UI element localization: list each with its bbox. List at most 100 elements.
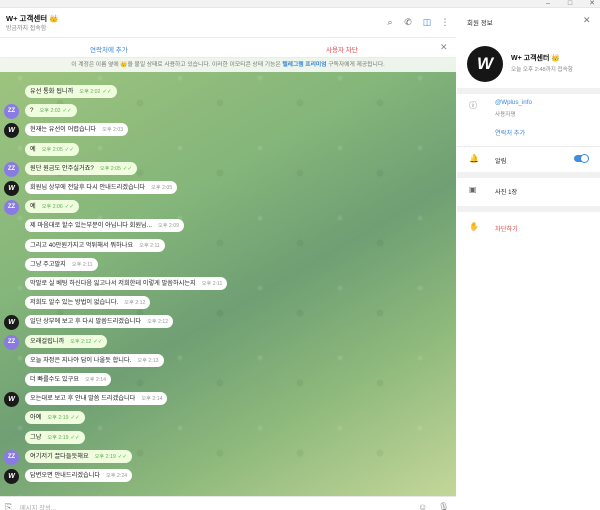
- profile-name: W+ 고객센터 👑: [511, 55, 561, 62]
- emoji-icon[interactable]: ☺: [418, 502, 427, 510]
- message-text: 여기저기 끌다들듯해요: [30, 452, 89, 460]
- message-input[interactable]: [20, 501, 410, 510]
- notifications-toggle[interactable]: [574, 154, 589, 163]
- message-row: ZZ ? 오후 2:02 ✓✓: [0, 103, 456, 120]
- read-receipt-icon: ✓✓: [122, 165, 133, 172]
- message-row: 그냥 오후 2:19 ✓✓: [0, 430, 456, 445]
- message-avatar[interactable]: W: [4, 315, 19, 331]
- message-time: 오후 2:11: [201, 281, 223, 287]
- message-avatar[interactable]: W: [4, 123, 19, 139]
- microphone-icon[interactable]: 🎙: [438, 502, 449, 510]
- message-time: 오후 2:12: [147, 319, 169, 326]
- message-row: W 현재는 유선이 어렵습니다 오후 2:03: [0, 122, 456, 139]
- message-bubble[interactable]: 회원님 상부에 전달후 다시 안내드리겠습니다 오후 2:05: [25, 181, 178, 194]
- message-text: 예: [30, 203, 36, 211]
- photos-item[interactable]: 사진 1장: [495, 187, 517, 196]
- message-row: 막말로 실 베팅 하신다음 잃고나서 저희한테 이렇게 말씀하시는지 오후 2:1…: [0, 276, 456, 291]
- message-list[interactable]: 유선 통화 됩니까 오후 2:02 ✓✓ ZZ ? 오후 2:02 ✓✓ W 현재는 유선이 어…: [0, 72, 456, 496]
- profile-header: 회원 정보 ✕: [457, 8, 600, 34]
- close-action-bar-icon[interactable]: ✕: [440, 42, 448, 53]
- read-receipt-icon: ✓✓: [70, 415, 80, 422]
- message-bubble[interactable]: 여기저기 끌다들듯해요 오후 2:19 ✓✓: [25, 449, 132, 463]
- message-bubble[interactable]: 그냥 오후 2:19 ✓✓: [25, 430, 85, 444]
- message-time: 오후 2:19: [94, 453, 116, 460]
- premium-link[interactable]: 텔레그램 프리미엄: [282, 62, 326, 68]
- message-bubble[interactable]: 제 마음대로 할수 있는부분이 아닙니다 회원님... 오후 2:09: [25, 219, 185, 233]
- read-receipt-icon: ✓✓: [102, 89, 112, 95]
- message-row: W 답변오면 안내드리겠습니다 오후 2:24: [0, 468, 456, 484]
- message-text: 일단 상부에 보고 후 다시 말씀드리겠습니다: [30, 318, 142, 326]
- message-text: 오늘 자정은 지나야 답이 나올듯 합니다.: [30, 356, 132, 364]
- chat-header[interactable]: W+ 고객센터 👑 방금까지 접속함 ⌕ ✆ ◫ ⋮: [0, 8, 456, 38]
- message-bubble[interactable]: 그냥 주고말지 오후 2:11: [25, 257, 98, 271]
- attach-icon[interactable]: ⎘: [5, 502, 12, 510]
- message-text: 그리고 40만원가지고 먹튀해서 뭐하나요: [30, 241, 134, 249]
- message-avatar[interactable]: ZZ: [4, 161, 19, 177]
- profile-username[interactable]: @Wplus_info: [495, 99, 532, 106]
- hand-stop-icon: ✋: [469, 222, 479, 231]
- message-row: ZZ 여기저기 끌다들듯해요 오후 2:19 ✓✓: [0, 449, 456, 465]
- block-user-button[interactable]: 사용자 차단: [326, 44, 358, 54]
- message-avatar[interactable]: ZZ: [4, 200, 19, 216]
- message-bubble[interactable]: 예 오후 2:06 ✓✓: [25, 200, 80, 214]
- message-time: 오후 2:05: [151, 185, 173, 191]
- message-bubble[interactable]: 예 오후 2:05 ✓✓: [25, 142, 80, 156]
- message-bubble[interactable]: 막말로 실 베팅 하신다음 잃고나서 저희한테 이렇게 말씀하시는지 오후 2:1…: [25, 277, 228, 290]
- message-row: 유선 통화 됩니까 오후 2:02 ✓✓: [0, 84, 456, 99]
- message-bubble[interactable]: 원단 원금도 안주실거죠? 오후 2:05 ✓✓: [25, 161, 138, 175]
- message-text: ?: [30, 107, 34, 115]
- message-bubble[interactable]: 일단 상부에 보고 후 다시 말씀드리겠습니다 오후 2:12: [25, 315, 174, 329]
- search-icon[interactable]: ⌕: [384, 16, 396, 28]
- close-profile-icon[interactable]: ✕: [583, 15, 591, 26]
- message-bubble[interactable]: 답변오면 안내드리겠습니다 오후 2:24: [25, 469, 133, 482]
- message-bubble[interactable]: 유선 통화 됩니까 오후 2:02 ✓✓: [25, 85, 117, 98]
- message-bubble[interactable]: 더 빠를수도 있구요 오후 2:14: [25, 373, 112, 386]
- message-text: 저희도 알수 있는 방법이 없습니다.: [30, 299, 119, 307]
- add-contact-button[interactable]: 연락처에 추가: [90, 44, 128, 54]
- maximize-icon[interactable]: □: [562, 0, 578, 8]
- more-menu-icon[interactable]: ⋮: [439, 16, 451, 28]
- read-receipt-icon: ✓✓: [62, 108, 72, 115]
- message-avatar[interactable]: W: [4, 392, 19, 408]
- message-avatar[interactable]: ZZ: [4, 104, 19, 120]
- message-text: 현재는 유선이 어렵습니다: [30, 126, 97, 134]
- message-bubble[interactable]: 오래걸립니까 오후 2:12 ✓✓: [25, 334, 108, 348]
- message-bubble[interactable]: 그리고 40만원가지고 먹튀해서 뭐하나요 오후 2:11: [25, 238, 165, 252]
- message-avatar[interactable]: ZZ: [4, 449, 19, 465]
- message-bubble[interactable]: 오는대로 보고 후 안내 말씀 드리겠습니다 오후 2:14: [25, 392, 168, 406]
- message-row: 저희도 알수 있는 방법이 없습니다. 오후 2:12: [0, 295, 456, 310]
- message-avatar[interactable]: W: [4, 469, 19, 484]
- message-text: 그냥 주고말지: [30, 260, 66, 268]
- phone-icon[interactable]: ✆: [402, 16, 414, 28]
- notice-text: 이 계정은 이름 옆에 👑을 붙일 상태로 사용하고 있습니다. 이러한 이모티…: [71, 62, 283, 68]
- premium-notice: 이 계정은 이름 옆에 👑을 붙일 상태로 사용하고 있습니다. 이러한 이모티…: [0, 58, 456, 72]
- message-time: 오후 2:19: [47, 415, 69, 422]
- message-text: 제 마음대로 할수 있는부분이 아닙니다 회원님...: [30, 222, 152, 230]
- message-text: 오는대로 보고 후 안내 말씀 드리겠습니다: [30, 395, 136, 403]
- message-bubble[interactable]: 오늘 자정은 지나야 답이 나올듯 합니다. 오후 2:13: [25, 353, 164, 367]
- block-button[interactable]: 차단하기: [495, 224, 518, 233]
- close-window-icon[interactable]: ✕: [584, 0, 600, 8]
- read-receipt-icon: ✓✓: [117, 453, 127, 460]
- message-avatar[interactable]: W: [4, 181, 19, 196]
- message-row: 예 오후 2:05 ✓✓: [0, 142, 456, 157]
- message-row: 제 마음대로 할수 있는부분이 아닙니다 회원님... 오후 2:09: [0, 218, 456, 233]
- minimize-icon[interactable]: –: [540, 0, 556, 8]
- message-time: 오후 2:11: [71, 261, 93, 268]
- section-divider: [457, 172, 600, 178]
- message-time: 오후 2:14: [141, 396, 163, 403]
- message-avatar[interactable]: ZZ: [4, 334, 19, 350]
- message-row: 더 빠를수도 있구요 오후 2:14: [0, 372, 456, 387]
- profile-add-contact-button[interactable]: 연락처 추가: [495, 128, 525, 137]
- profile-avatar[interactable]: W: [467, 46, 503, 82]
- message-bubble[interactable]: 저희도 알수 있는 방법이 없습니다. 오후 2:12: [25, 296, 151, 310]
- message-time: 오후 2:14: [84, 377, 107, 383]
- message-bubble[interactable]: 현재는 유선이 어렵습니다 오후 2:03: [25, 123, 129, 137]
- message-bubble[interactable]: 아예 오후 2:19 ✓✓: [25, 411, 85, 425]
- sidebar-toggle-icon[interactable]: ◫: [421, 16, 433, 28]
- message-text: 답변오면 안내드리겠습니다: [30, 472, 101, 479]
- notice-text-end: 구독자에게 제공됩니다.: [326, 62, 385, 68]
- message-time: 오후 2:09: [157, 223, 180, 230]
- profile-status: 오늘 오후 2:48까지 접속함: [511, 67, 573, 73]
- message-bubble[interactable]: ? 오후 2:02 ✓✓: [25, 104, 77, 118]
